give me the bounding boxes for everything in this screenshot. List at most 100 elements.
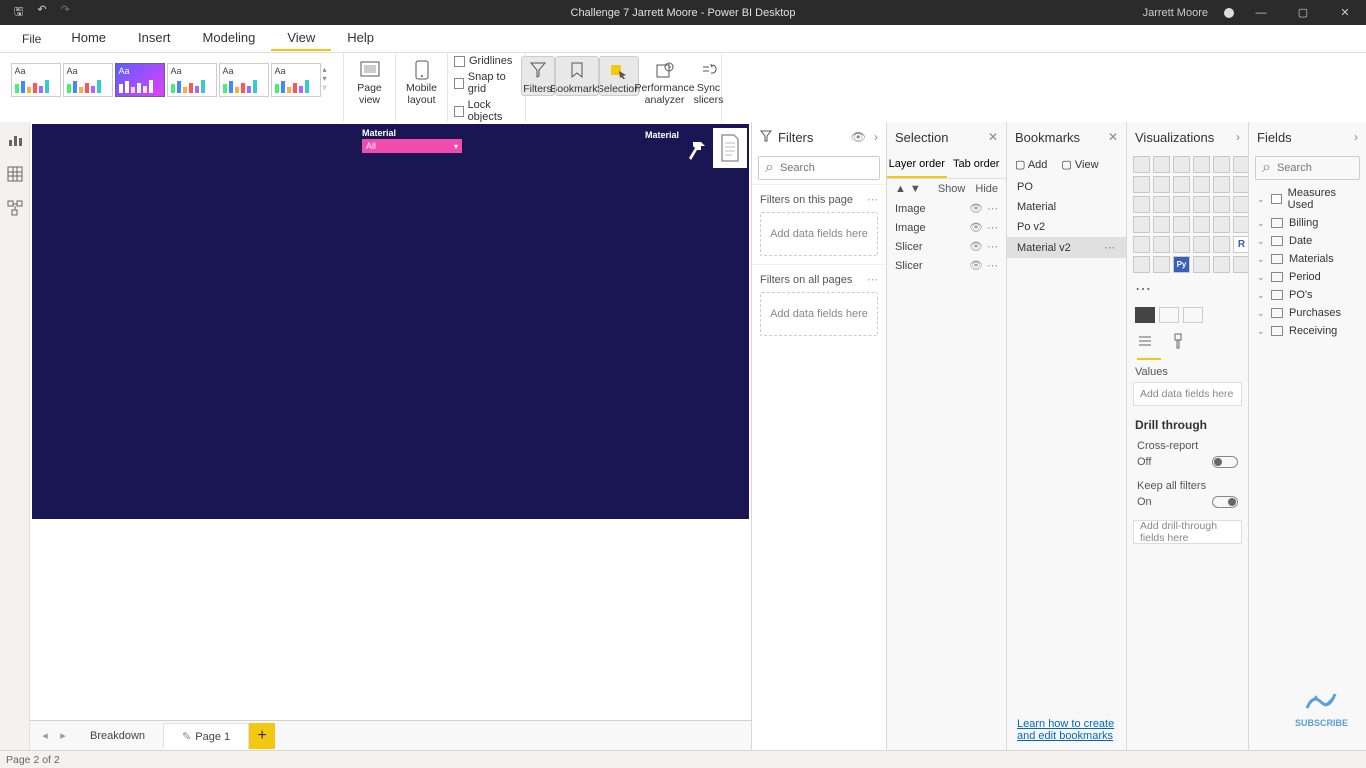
viz-type-icon[interactable] xyxy=(1213,216,1230,233)
viz-type-icon[interactable] xyxy=(1133,236,1150,253)
avatar-icon[interactable] xyxy=(1224,8,1234,18)
analytics-tab[interactable] xyxy=(1183,307,1203,323)
move-up-icon[interactable]: ▲ xyxy=(895,183,906,195)
viz-type-icon[interactable] xyxy=(1213,256,1230,273)
tab-modeling[interactable]: Modeling xyxy=(187,26,272,51)
gridlines-check[interactable]: Gridlines xyxy=(454,55,512,67)
viz-type-icon[interactable] xyxy=(1213,196,1230,213)
theme-thumb[interactable]: Aa xyxy=(271,63,321,97)
field-table[interactable]: ⌄PO's xyxy=(1249,286,1366,304)
viz-type-icon[interactable] xyxy=(1173,196,1190,213)
viz-type-icon[interactable] xyxy=(1173,156,1190,173)
viz-type-icon[interactable] xyxy=(1153,176,1170,193)
viz-type-icon[interactable] xyxy=(1153,236,1170,253)
close-icon[interactable]: ✕ xyxy=(988,130,998,144)
theme-thumb-selected[interactable]: Aa xyxy=(115,63,165,97)
theme-thumb[interactable]: Aa xyxy=(167,63,217,97)
drill-drop[interactable]: Add drill-through fields here xyxy=(1133,520,1242,544)
themes-more[interactable]: ▴▾▿ xyxy=(323,63,333,94)
field-list-icon[interactable] xyxy=(1137,333,1153,354)
user-name[interactable]: Jarrett Moore xyxy=(1143,7,1208,19)
theme-thumb[interactable]: Aa xyxy=(219,63,269,97)
eye-icon[interactable]: 👁 xyxy=(851,130,866,144)
field-table[interactable]: ⌄Date xyxy=(1249,232,1366,250)
field-table[interactable]: ⌄Receiving xyxy=(1249,322,1366,340)
hammer-icon[interactable] xyxy=(687,138,711,166)
subscribe-badge[interactable]: SUBSCRIBE xyxy=(1295,686,1348,728)
viz-type-icon[interactable] xyxy=(1193,156,1210,173)
lock-check[interactable]: Lock objects xyxy=(454,99,519,123)
themes-gallery[interactable]: Aa Aa Aa Aa Aa Aa ▴▾▿ xyxy=(11,57,333,121)
viz-type-icon[interactable] xyxy=(1193,196,1210,213)
theme-thumb[interactable]: Aa xyxy=(63,63,113,97)
page-prev[interactable]: ◂ xyxy=(36,729,54,742)
tab-insert[interactable]: Insert xyxy=(122,26,187,51)
keep-filters-toggle[interactable] xyxy=(1212,496,1238,508)
undo-icon[interactable]: ↶ xyxy=(37,3,46,22)
snap-check[interactable]: Snap to grid xyxy=(454,71,519,95)
mobile-layout-button[interactable]: Mobile layout xyxy=(401,57,443,106)
bookmark-item[interactable]: PO xyxy=(1007,177,1126,197)
page-next[interactable]: ▸ xyxy=(54,729,72,742)
bookmark-view-button[interactable]: ▢ View xyxy=(1061,158,1098,171)
close-icon[interactable]: ✕ xyxy=(1108,130,1118,144)
viz-type-icon[interactable] xyxy=(1173,216,1190,233)
eye-icon[interactable]: 👁 xyxy=(969,221,983,234)
viz-type-icon[interactable]: Py xyxy=(1173,256,1190,273)
viz-type-icon[interactable] xyxy=(1133,196,1150,213)
viz-type-icon[interactable] xyxy=(1173,176,1190,193)
viz-more[interactable]: ⋯ xyxy=(1127,277,1248,301)
more-icon[interactable]: ⋯ xyxy=(987,259,998,272)
format-brush-icon[interactable] xyxy=(1171,333,1185,354)
data-view-icon[interactable] xyxy=(7,166,23,182)
material-slicer[interactable]: Material All▾ xyxy=(362,128,462,153)
more-icon[interactable]: ⋯ xyxy=(867,193,878,206)
viz-type-icon[interactable] xyxy=(1133,256,1150,273)
filters-page-drop[interactable]: Add data fields here xyxy=(760,212,878,256)
chevron-down-icon[interactable]: ▾ xyxy=(454,142,458,151)
cross-report-toggle[interactable] xyxy=(1212,456,1238,468)
viz-type-icon[interactable] xyxy=(1153,256,1170,273)
slicer-value[interactable]: All xyxy=(366,141,376,151)
field-table[interactable]: ⌄Measures Used xyxy=(1249,184,1366,214)
minimize-button[interactable]: — xyxy=(1246,7,1276,19)
field-table[interactable]: ⌄Materials xyxy=(1249,250,1366,268)
viz-type-icon[interactable] xyxy=(1213,236,1230,253)
layer-order-tab[interactable]: Layer order xyxy=(887,152,947,178)
tab-help[interactable]: Help xyxy=(331,26,390,51)
page-tab-page1[interactable]: ✎Page 1 xyxy=(164,723,249,749)
tab-view[interactable]: View xyxy=(271,26,331,51)
maximize-button[interactable]: ▢ xyxy=(1288,6,1318,19)
field-table[interactable]: ⌄Purchases xyxy=(1249,304,1366,322)
fields-search-input[interactable] xyxy=(1277,162,1366,174)
filters-search[interactable]: ⌕ xyxy=(758,156,880,180)
report-canvas[interactable]: Material All▾ Material xyxy=(30,122,751,720)
viz-type-icon[interactable] xyxy=(1193,256,1210,273)
selection-item[interactable]: Slicer👁⋯ xyxy=(887,256,1006,275)
viz-type-icon[interactable] xyxy=(1213,156,1230,173)
page-view-button[interactable]: Page view xyxy=(349,57,391,106)
expand-icon[interactable]: › xyxy=(1236,130,1240,144)
selection-item[interactable]: Image👁⋯ xyxy=(887,218,1006,237)
viz-type-icon[interactable] xyxy=(1153,216,1170,233)
filters-all-drop[interactable]: Add data fields here xyxy=(760,292,878,336)
field-table[interactable]: ⌄Billing xyxy=(1249,214,1366,232)
move-down-icon[interactable]: ▼ xyxy=(910,183,921,195)
sync-slicers-button[interactable]: Sync slicers xyxy=(692,57,726,106)
selection-pane-button[interactable]: Selection xyxy=(600,57,638,95)
more-icon[interactable]: ⋯ xyxy=(987,202,998,215)
document-icon[interactable] xyxy=(713,128,747,168)
bookmark-item[interactable]: Po v2 xyxy=(1007,217,1126,237)
fields-search[interactable]: ⌕ xyxy=(1255,156,1360,180)
format-tab[interactable] xyxy=(1159,307,1179,323)
report-view-icon[interactable] xyxy=(7,132,23,148)
viz-type-icon[interactable] xyxy=(1153,196,1170,213)
hide-button[interactable]: Hide xyxy=(975,183,998,195)
eye-icon[interactable]: 👁 xyxy=(969,259,983,272)
bookmarks-pane-button[interactable]: Bookmarks xyxy=(556,57,598,95)
viz-type-icon[interactable] xyxy=(1133,156,1150,173)
viz-type-icon[interactable] xyxy=(1213,176,1230,193)
values-drop[interactable]: Add data fields here xyxy=(1133,382,1242,406)
redo-icon[interactable]: ↷ xyxy=(61,3,70,22)
viz-type-icon[interactable] xyxy=(1193,176,1210,193)
